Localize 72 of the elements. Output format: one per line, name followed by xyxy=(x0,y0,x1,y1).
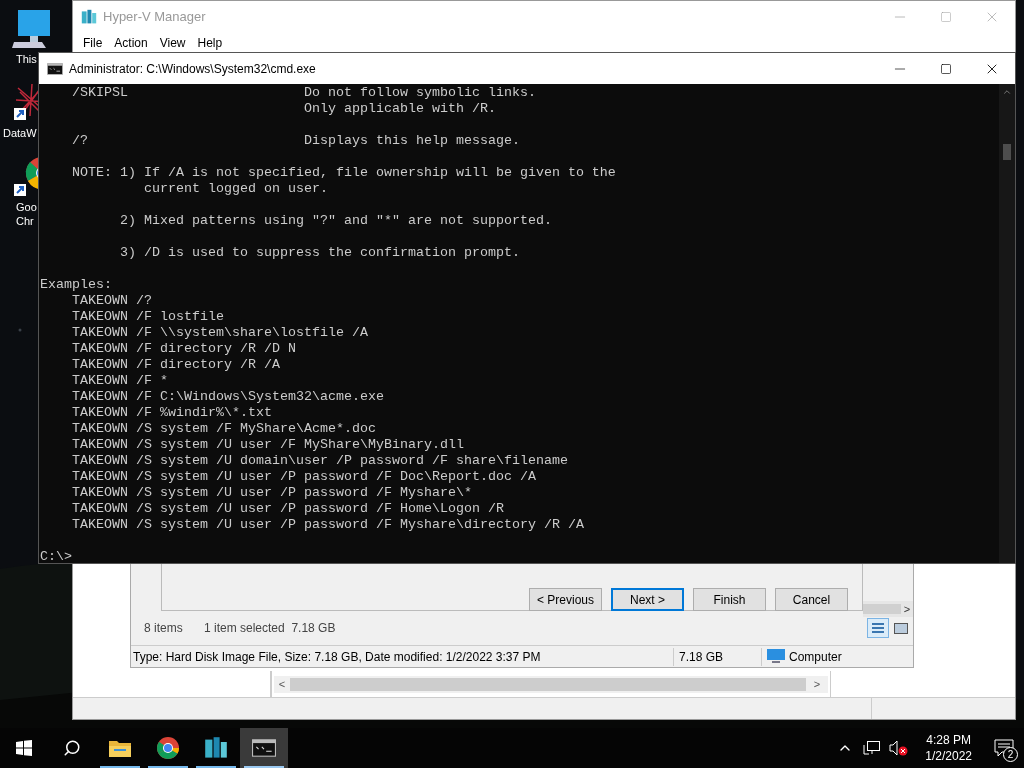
dialog-button[interactable]: Cancel xyxy=(775,588,848,611)
taskbar-app[interactable] xyxy=(240,728,288,768)
console-line: Examples: xyxy=(40,277,112,293)
scroll-left-button[interactable]: < xyxy=(274,675,290,693)
scroll-thumb[interactable] xyxy=(1003,144,1011,160)
console-line: 2) Mixed patterns using "?" and "*" are not supported. xyxy=(118,213,552,229)
folder-icon xyxy=(108,738,132,758)
dialog-button[interactable]: Next > xyxy=(611,588,684,611)
clock-time: 4:28 PM xyxy=(926,732,971,748)
windows-logo-icon xyxy=(16,740,32,756)
console-line: 3) /D is used to suppress the confirmation prompt. xyxy=(118,245,520,261)
console-line: current logged on user. xyxy=(142,181,328,197)
console-line: TAKEOWN /F * xyxy=(71,373,168,389)
console-line: TAKEOWN /F \\system\share\lostfile /A xyxy=(71,325,368,341)
console-line: TAKEOWN /F lostfile xyxy=(71,309,224,325)
chrome-icon xyxy=(156,736,180,760)
menu-item[interactable]: Action xyxy=(108,34,154,52)
console-line: Only applicable with /R. xyxy=(302,101,496,117)
scroll-right-button[interactable]: > xyxy=(806,675,828,693)
console-line: TAKEOWN /S system /U domain\user /P password /F share\filename xyxy=(71,453,568,469)
clock-date: 1/2/2022 xyxy=(925,748,972,764)
details-view-button[interactable] xyxy=(867,618,889,638)
computer-icon xyxy=(12,8,52,50)
console-line: TAKEOWN /S system /U user /P password /F Home\Logon /R xyxy=(71,501,504,517)
menu-item[interactable]: View xyxy=(153,34,192,52)
horizontal-scrollbar[interactable]: > xyxy=(863,601,913,617)
scroll-right-button[interactable]: > xyxy=(901,600,913,618)
notification-icon xyxy=(994,739,1014,757)
icon-label[interactable]: DataW xyxy=(0,126,37,140)
status-size: 7.18 GB xyxy=(673,647,761,666)
status-details: Type: Hard Disk Image File, Size: 7.18 GB, Date modified: 1/2/2022 3:37 PM xyxy=(132,648,542,666)
console-icon xyxy=(252,739,276,757)
console-line: TAKEOWN /F C:\Windows\System32\acme.exe xyxy=(71,389,384,405)
console-line: TAKEOWN /S system /U user /P password /F Myshare\* xyxy=(71,485,472,501)
console-line: TAKEOWN /S system /U user /P password /F Myshare\directory /R /A xyxy=(71,517,584,533)
preview-view-button[interactable] xyxy=(894,622,908,634)
console-line: NOTE: 1) If /A is not specified, file ownership will be given to the xyxy=(71,165,616,181)
window-title: Administrator: C:\Windows\System32\cmd.exe xyxy=(69,60,317,78)
console-line: /? Displays this help message. xyxy=(71,133,520,149)
console-line: TAKEOWN /F directory /R /A xyxy=(71,357,280,373)
muted-speaker-icon[interactable] xyxy=(889,740,910,756)
network-icon[interactable] xyxy=(863,740,882,756)
item-count: 8 items xyxy=(144,620,184,637)
console-line: TAKEOWN /F %windir%\*.txt xyxy=(71,405,272,421)
console-line: TAKEOWN /F directory /R /D N xyxy=(71,341,296,357)
menu-item[interactable]: File xyxy=(77,34,109,52)
vertical-scrollbar[interactable] xyxy=(999,84,1015,563)
dialog-button[interactable]: Finish xyxy=(693,588,766,611)
icon-label[interactable]: This xyxy=(12,52,37,66)
search-icon xyxy=(63,739,81,757)
server-icon xyxy=(81,9,97,25)
horizontal-scrollbar[interactable]: < > xyxy=(274,675,828,693)
icon-label[interactable]: Goo Chr xyxy=(12,200,37,228)
notification-count: 2 xyxy=(1003,747,1018,762)
dialog-button[interactable]: < Previous xyxy=(529,588,602,611)
window-title: Hyper-V Manager xyxy=(103,8,207,27)
console-line: /SKIPSL Do not follow symbolic links. xyxy=(71,85,536,101)
console-icon xyxy=(47,62,63,75)
notification-button[interactable]: 2 xyxy=(984,728,1024,768)
console-line: TAKEOWN /S system /F MyShare\Acme*.doc xyxy=(71,421,376,437)
console-line: TAKEOWN /S system /U user /F MyShare\MyBinary.dll xyxy=(71,437,464,453)
selection-info: 1 item selected 7.18 GB xyxy=(204,620,337,637)
computer-icon xyxy=(767,649,785,664)
maximize-icon[interactable] xyxy=(940,62,952,75)
server-icon xyxy=(204,736,228,760)
clock[interactable]: 4:28 PM 1/2/2022 xyxy=(913,732,984,764)
console-line: C:\> xyxy=(40,549,72,565)
menu-item[interactable]: Help xyxy=(191,34,229,52)
scroll-thumb[interactable] xyxy=(863,604,901,614)
status-location: Computer xyxy=(789,648,842,666)
console-line: TAKEOWN /S system /U user /P password /F Doc\Report.doc /A xyxy=(71,469,536,485)
console-line: TAKEOWN /? xyxy=(71,293,152,309)
